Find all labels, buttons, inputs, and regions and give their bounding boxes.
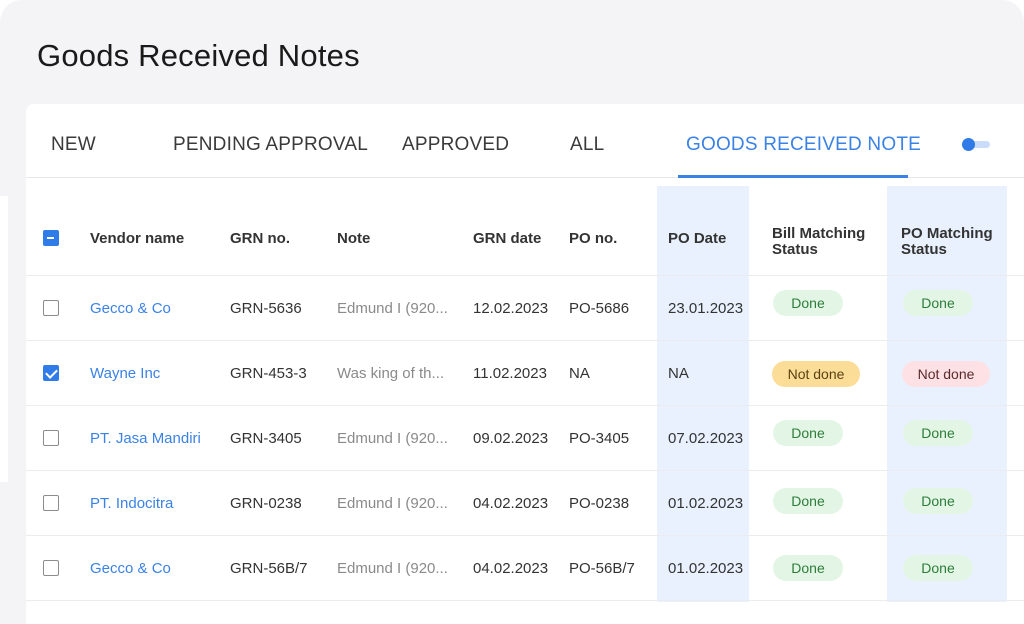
grn-date: 04.02.2023 — [473, 559, 549, 577]
po-number: PO-5686 — [569, 299, 630, 317]
grn-date: 11.02.2023 — [473, 364, 547, 382]
select-all-checkbox[interactable] — [43, 230, 59, 246]
grn-number: GRN-5636 — [230, 299, 302, 317]
header-po-date[interactable]: PO Date — [668, 231, 726, 247]
grn-number: GRN-56B/7 — [230, 559, 308, 577]
header-bill-line1: Bill Matching — [772, 225, 866, 242]
tab-all[interactable]: ALL — [570, 134, 604, 156]
header-po-no[interactable]: PO no. — [569, 231, 617, 247]
po-date: NA — [668, 364, 689, 382]
app-background: Goods Received Notes NEW PENDING APPROVA… — [0, 0, 1024, 624]
note-text: Edmund I (920... — [337, 429, 448, 447]
po-number: NA — [569, 364, 590, 382]
row-checkbox[interactable] — [43, 495, 59, 511]
table-header: Vendor name GRN no. Note GRN date PO no.… — [26, 186, 1024, 276]
table-row[interactable]: Wayne Inc GRN-453-3 Was king of th... 11… — [26, 341, 1024, 406]
note-text: Edmund I (920... — [337, 299, 448, 317]
grn-number: GRN-453-3 — [230, 364, 307, 382]
header-bill-line2: Status — [772, 241, 818, 258]
view-toggle[interactable] — [962, 138, 990, 151]
vendor-link[interactable]: PT. Jasa Mandiri — [90, 406, 201, 470]
tab-goods-received-note[interactable]: GOODS RECEIVED NOTE — [686, 134, 921, 156]
bill-matching-status-badge: Done — [773, 420, 843, 446]
po-matching-status-badge: Done — [903, 420, 973, 446]
table-row[interactable]: Gecco & Co GRN-56B/7 Edmund I (920... 04… — [26, 536, 1024, 601]
po-matching-status-badge: Done — [903, 555, 973, 581]
table-row[interactable]: Gecco & Co GRN-5636 Edmund I (920... 12.… — [26, 276, 1024, 341]
tab-bar: NEW PENDING APPROVAL APPROVED ALL GOODS … — [26, 104, 1024, 178]
header-pom-line1: PO Matching — [901, 225, 993, 242]
grn-date: 04.02.2023 — [473, 494, 549, 512]
note-text: Was king of th... — [337, 364, 444, 382]
po-date: 01.02.2023 — [668, 559, 744, 577]
row-checkbox[interactable] — [43, 300, 59, 316]
po-matching-status-badge: Not done — [902, 361, 990, 387]
bill-matching-status-badge: Done — [773, 290, 843, 316]
vendor-link[interactable]: Wayne Inc — [90, 341, 160, 405]
tab-pending-approval[interactable]: PENDING APPROVAL — [173, 134, 368, 156]
po-number: PO-3405 — [569, 429, 630, 447]
bill-matching-status-badge: Not done — [772, 361, 860, 387]
row-checkbox[interactable] — [43, 560, 59, 576]
row-checkbox[interactable] — [43, 430, 59, 446]
tab-approved[interactable]: APPROVED — [402, 134, 509, 156]
grn-card: NEW PENDING APPROVAL APPROVED ALL GOODS … — [26, 104, 1024, 624]
po-matching-status-badge: Done — [903, 290, 973, 316]
header-note[interactable]: Note — [337, 231, 370, 247]
po-number: PO-56B/7 — [569, 559, 635, 577]
po-matching-status-badge: Done — [903, 488, 973, 514]
row-checkbox[interactable] — [43, 365, 59, 381]
header-grn-no[interactable]: GRN no. — [230, 231, 290, 247]
po-number: PO-0238 — [569, 494, 630, 512]
vendor-link[interactable]: PT. Indocitra — [90, 471, 173, 535]
vendor-link[interactable]: Gecco & Co — [90, 276, 171, 340]
header-bill-matching-status[interactable]: Bill Matching Status — [772, 226, 865, 258]
left-panel-edge — [0, 196, 8, 482]
header-grn-date[interactable]: GRN date — [473, 231, 541, 247]
po-date: 01.02.2023 — [668, 494, 744, 512]
bill-matching-status-badge: Done — [773, 555, 843, 581]
table-row[interactable]: PT. Indocitra GRN-0238 Edmund I (920... … — [26, 471, 1024, 536]
header-vendor-name[interactable]: Vendor name — [90, 231, 184, 247]
header-pom-line2: Status — [901, 241, 947, 258]
page-title: Goods Received Notes — [37, 38, 360, 73]
grn-number: GRN-3405 — [230, 429, 302, 447]
grn-date: 12.02.2023 — [473, 299, 549, 317]
toggle-knob — [962, 138, 975, 151]
tab-new[interactable]: NEW — [51, 134, 96, 156]
po-date: 23.01.2023 — [668, 299, 744, 317]
note-text: Edmund I (920... — [337, 494, 448, 512]
table-row[interactable]: PT. Jasa Mandiri GRN-3405 Edmund I (920.… — [26, 406, 1024, 471]
active-tab-indicator — [678, 175, 908, 178]
note-text: Edmund I (920... — [337, 559, 448, 577]
bill-matching-status-badge: Done — [773, 488, 843, 514]
grn-number: GRN-0238 — [230, 494, 302, 512]
header-po-matching-status[interactable]: PO Matching Status — [901, 226, 993, 258]
vendor-link[interactable]: Gecco & Co — [90, 536, 171, 600]
po-date: 07.02.2023 — [668, 429, 744, 447]
grn-date: 09.02.2023 — [473, 429, 549, 447]
